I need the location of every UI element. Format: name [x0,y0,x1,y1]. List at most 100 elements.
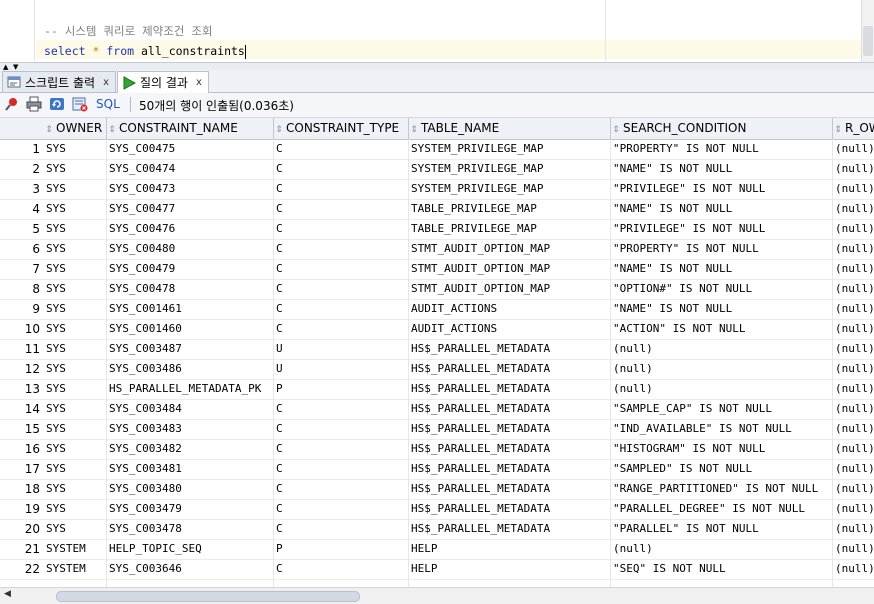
cell-r-owner[interactable]: (null) [835,279,874,299]
column-header-search-condition[interactable]: ⇕ SEARCH_CONDITION [611,118,833,140]
cell-constraint-name[interactable]: SYS_C00478 [109,279,272,299]
tab-query-result[interactable]: 질의 결과 x [117,71,209,93]
table-row[interactable]: 6 SYS SYS_C00480 C STMT_AUDIT_OPTION_MAP "PRO… [0,239,874,260]
cell-owner[interactable]: SYS [46,419,106,439]
cell-owner[interactable]: SYS [46,319,106,339]
cell-search-condition[interactable]: "NAME" IS NOT NULL [613,159,831,179]
cell-search-condition[interactable]: "PARALLEL_DEGREE" IS NOT NULL [613,499,831,519]
cell-table-name[interactable]: HELP [411,539,609,559]
cell-constraint-type[interactable]: C [276,519,406,539]
cell-table-name[interactable]: HS$_PARALLEL_METADATA [411,339,609,359]
cell-constraint-type[interactable]: C [276,199,406,219]
cell-constraint-type[interactable]: C [276,319,406,339]
cell-r-owner[interactable]: (null) [835,379,874,399]
sql-button[interactable]: SQL [96,97,120,111]
cell-table-name[interactable]: STMT_AUDIT_OPTION_MAP [411,259,609,279]
column-header-constraint-name[interactable]: ⇕ CONSTRAINT_NAME [107,118,274,140]
cell-constraint-name[interactable]: SYS_C00475 [109,139,272,159]
table-row[interactable]: 1 SYS SYS_C00475 C SYSTEM_PRIVILEGE_MAP "PROP… [0,139,874,160]
pin-icon[interactable] [4,96,20,112]
cell-constraint-name[interactable]: SYS_C003484 [109,399,272,419]
cell-owner[interactable]: SYS [46,519,106,539]
cell-r-owner[interactable]: (null) [835,479,874,499]
cell-constraint-type[interactable]: P [276,539,406,559]
cell-constraint-type[interactable]: P [276,379,406,399]
cell-search-condition[interactable]: "IND_AVAILABLE" IS NOT NULL [613,419,831,439]
cell-constraint-name[interactable]: SYS_C003478 [109,519,272,539]
cell-constraint-type[interactable]: C [276,259,406,279]
table-row[interactable]: 18 SYS SYS_C003480 C HS$_PARALLEL_METADATA "R… [0,479,874,500]
cell-owner[interactable]: SYS [46,379,106,399]
close-icon[interactable]: x [196,77,202,88]
cell-r-owner[interactable]: (null) [835,339,874,359]
cell-table-name[interactable]: AUDIT_ACTIONS [411,299,609,319]
cell-search-condition[interactable]: (null) [613,359,831,379]
table-row[interactable]: 15 SYS SYS_C003483 C HS$_PARALLEL_METADATA "I… [0,419,874,440]
cell-search-condition[interactable]: "NAME" IS NOT NULL [613,259,831,279]
table-row[interactable]: 7 SYS SYS_C00479 C STMT_AUDIT_OPTION_MAP "NAM… [0,259,874,280]
cell-table-name[interactable]: HS$_PARALLEL_METADATA [411,439,609,459]
cell-r-owner[interactable]: (null) [835,179,874,199]
table-row[interactable]: 19 SYS SYS_C003479 C HS$_PARALLEL_METADATA "P… [0,499,874,520]
cell-constraint-type[interactable]: C [276,159,406,179]
cell-r-owner[interactable]: (null) [835,139,874,159]
cell-constraint-name[interactable]: SYS_C00480 [109,239,272,259]
result-grid[interactable]: ⇕ OWNER ⇕ CONSTRAINT_NAME ⇕ CONSTRAINT_TYPE… [0,118,874,587]
cell-owner[interactable]: SYS [46,279,106,299]
cell-constraint-name[interactable]: SYS_C00476 [109,219,272,239]
cell-constraint-name[interactable]: HS_PARALLEL_METADATA_PK [109,379,272,399]
table-row[interactable]: 16 SYS SYS_C003482 C HS$_PARALLEL_METADATA "H… [0,439,874,460]
cell-constraint-type[interactable]: C [276,219,406,239]
cell-r-owner[interactable]: (null) [835,199,874,219]
cell-search-condition[interactable]: "PRIVILEGE" IS NOT NULL [613,219,831,239]
cell-constraint-type[interactable]: C [276,299,406,319]
cell-r-owner[interactable]: (null) [835,299,874,319]
sql-editor[interactable]: -- 시스템 쿼리로 제약조건 조회 select * from all_con… [0,0,874,62]
cell-table-name[interactable]: AUDIT_ACTIONS [411,319,609,339]
cell-table-name[interactable]: SYSTEM_PRIVILEGE_MAP [411,179,609,199]
cell-owner[interactable]: SYS [46,179,106,199]
cell-constraint-type[interactable]: U [276,359,406,379]
cell-r-owner[interactable]: (null) [835,539,874,559]
column-header-constraint-type[interactable]: ⇕ CONSTRAINT_TYPE [274,118,409,140]
table-row[interactable]: 9 SYS SYS_C001461 C AUDIT_ACTIONS "NAME" IS N… [0,299,874,320]
cell-owner[interactable]: SYS [46,199,106,219]
cell-table-name[interactable]: HS$_PARALLEL_METADATA [411,419,609,439]
cell-constraint-name[interactable]: SYS_C00473 [109,179,272,199]
cell-constraint-name[interactable]: SYS_C003646 [109,559,272,579]
cell-constraint-name[interactable]: SYS_C001460 [109,319,272,339]
cell-constraint-type[interactable]: C [276,439,406,459]
cell-constraint-name[interactable]: SYS_C003480 [109,479,272,499]
cell-search-condition[interactable]: (null) [613,339,831,359]
cell-constraint-name[interactable]: SYS_C003482 [109,439,272,459]
close-icon[interactable]: x [103,77,109,88]
cell-r-owner[interactable]: (null) [835,519,874,539]
cell-constraint-name[interactable]: SYS_C00477 [109,199,272,219]
table-row[interactable]: 13 SYS HS_PARALLEL_METADATA_PK P HS$_PARALLE… [0,379,874,400]
cell-owner[interactable]: SYS [46,439,106,459]
table-row[interactable]: 11 SYS SYS_C003487 U HS$_PARALLEL_METADATA (n… [0,339,874,360]
cell-constraint-name[interactable]: HELP_TOPIC_SEQ [109,539,272,559]
tab-script-output[interactable]: 스크립트 출력 x [2,71,116,92]
cell-search-condition[interactable]: "SAMPLED" IS NOT NULL [613,459,831,479]
cell-r-owner[interactable]: (null) [835,319,874,339]
table-row[interactable]: 3 SYS SYS_C00473 C SYSTEM_PRIVILEGE_MAP "PRIV… [0,179,874,200]
cell-constraint-type[interactable]: C [276,559,406,579]
table-row[interactable]: 21 SYSTEM HELP_TOPIC_SEQ P HELP (null) (null) [0,539,874,560]
horizontal-scroll-thumb[interactable] [56,591,360,602]
cell-owner[interactable]: SYS [46,459,106,479]
table-row[interactable]: 17 SYS SYS_C003481 C HS$_PARALLEL_METADATA "S… [0,459,874,480]
cell-constraint-type[interactable]: C [276,479,406,499]
table-row[interactable]: 12 SYS SYS_C003486 U HS$_PARALLEL_METADATA (n… [0,359,874,380]
cell-owner[interactable]: SYS [46,399,106,419]
cell-owner[interactable]: SYS [46,299,106,319]
cell-r-owner[interactable]: (null) [835,219,874,239]
cell-table-name[interactable]: HS$_PARALLEL_METADATA [411,359,609,379]
cell-owner[interactable]: SYS [46,259,106,279]
cell-constraint-name[interactable]: SYS_C00474 [109,159,272,179]
cell-search-condition[interactable]: "HISTOGRAM" IS NOT NULL [613,439,831,459]
cell-table-name[interactable]: TABLE_PRIVILEGE_MAP [411,199,609,219]
cell-constraint-type[interactable]: C [276,459,406,479]
cell-r-owner[interactable]: (null) [835,399,874,419]
cell-owner[interactable]: SYS [46,499,106,519]
